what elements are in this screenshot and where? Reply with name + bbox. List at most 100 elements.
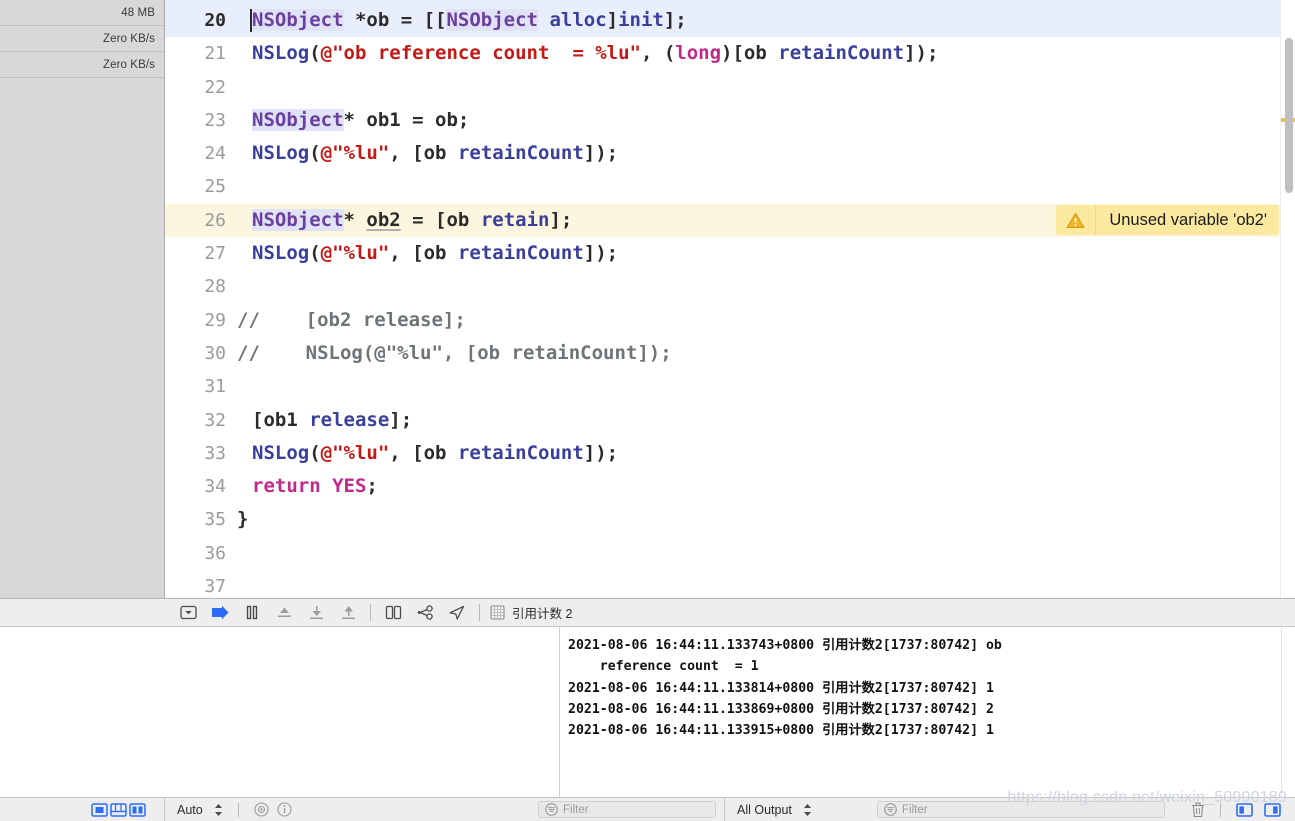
variable-info-button[interactable]	[277, 802, 292, 817]
code-line[interactable]: 25	[165, 170, 1295, 203]
show-debug-area-toggle[interactable]	[110, 802, 127, 817]
trash-icon	[1192, 802, 1204, 817]
code-line[interactable]: 20 NSObject *ob = [[NSObject alloc]init];	[165, 4, 1295, 38]
debug-area: 2021-08-06 16:44:11.133743+0800 引用计数2[17…	[0, 627, 1295, 797]
code-text: NSLog(@"%lu", [ob retainCount]);	[252, 242, 619, 265]
debug-memory-graph-button[interactable]	[409, 600, 441, 626]
view-hierarchy-icon	[385, 605, 401, 620]
bottom-panel-icon	[110, 802, 127, 817]
code-text: // [ob2 release];	[237, 308, 466, 331]
inline-warning-badge[interactable]: Unused variable 'ob2'	[1056, 205, 1279, 236]
inline-warning-text: Unused variable 'ob2'	[1109, 210, 1267, 229]
variables-scope-label[interactable]: Auto	[177, 803, 203, 817]
console-scope-label[interactable]: All Output	[737, 803, 792, 817]
line-number: 20	[204, 10, 226, 31]
console-status-segment: All Output Filter	[725, 798, 1295, 821]
gauge-row[interactable]: Zero KB/s	[0, 26, 164, 52]
code-line-list[interactable]: 20 NSObject *ob = [[NSObject alloc]init];…	[165, 4, 1295, 598]
watch-expressions-button[interactable]	[254, 802, 269, 817]
step-into-icon	[309, 606, 323, 619]
code-text: NSLog(@"ob reference count = %lu", (long…	[252, 42, 939, 65]
console-line: 2021-08-06 16:44:11.133743+0800 引用计数2[17…	[568, 638, 1002, 653]
code-line[interactable]: 22	[165, 71, 1295, 104]
gauge-value: 48 MB	[121, 6, 155, 19]
console-scope-stepper-icon[interactable]	[803, 803, 812, 817]
code-text: return YES;	[252, 475, 378, 498]
code-text: [ob1 release];	[252, 408, 413, 431]
debug-breadcrumb[interactable]: 引用计数 2	[490, 603, 572, 622]
code-line[interactable]: 29 // [ob2 release];	[165, 304, 1295, 337]
console-line: 2021-08-06 16:44:11.133869+0800 引用计数2[17…	[568, 701, 994, 717]
step-into-button[interactable]	[300, 600, 332, 626]
code-line[interactable]: 30 // NSLog(@"%lu", [ob retainCount]);	[165, 337, 1295, 370]
line-number: 30	[204, 342, 226, 364]
hide-debug-area-button[interactable]	[172, 600, 204, 626]
line-number: 23	[204, 109, 226, 131]
simulate-location-button[interactable]	[441, 600, 473, 626]
debug-status-bar: Auto Filter All Output Filter https://bl…	[0, 789, 1295, 821]
xcode-window: 48 MB Zero KB/s Zero KB/s ... ; 20NSObject…	[0, 0, 1295, 821]
line-number: 24	[204, 143, 226, 165]
code-line[interactable]: 36	[165, 537, 1295, 570]
code-line[interactable]: 23 NSObject* ob1 = ob;	[165, 104, 1295, 137]
code-line[interactable]: 24 NSLog(@"%lu", [ob retainCount]);	[165, 137, 1295, 170]
line-number: 35	[204, 509, 226, 531]
text-caret	[250, 9, 252, 32]
line-number: 29	[204, 309, 226, 331]
clear-console-button[interactable]	[1191, 802, 1205, 818]
line-number: 26	[204, 209, 226, 231]
code-line[interactable]: 27 NSLog(@"%lu", [ob retainCount]);	[165, 237, 1295, 270]
show-variables-view-toggle[interactable]	[1236, 802, 1253, 817]
eye-icon	[254, 802, 269, 817]
console-vertical-scrollbar[interactable]	[1281, 627, 1295, 797]
step-over-button[interactable]	[268, 600, 300, 626]
source-editor[interactable]: ... ; 20NSObject *ob = [[NSObject alloc]…	[165, 0, 1295, 598]
step-out-button[interactable]	[332, 600, 364, 626]
panel-toggle-group	[0, 798, 165, 821]
right-panel-icon	[129, 802, 146, 817]
filter-lines-icon	[884, 803, 897, 816]
code-line[interactable]: 37	[165, 570, 1295, 598]
code-line[interactable]: 32 [ob1 release];	[165, 404, 1295, 437]
line-number: 21	[204, 43, 226, 65]
code-line[interactable]: 34 return YES;	[165, 470, 1295, 503]
code-text: }	[237, 508, 249, 531]
code-line[interactable]: 35}	[165, 503, 1295, 536]
line-number: 33	[204, 442, 226, 464]
gauge-row[interactable]: 48 MB	[0, 0, 164, 26]
continue-arrow-icon	[211, 605, 228, 620]
show-console-view-toggle[interactable]	[1264, 802, 1281, 817]
line-number: 37	[204, 576, 226, 598]
show-inspector-toggle[interactable]	[129, 802, 146, 817]
editor-scrollbar-thumb[interactable]	[1284, 38, 1293, 193]
code-line[interactable]: 31	[165, 370, 1295, 403]
console-output[interactable]: 2021-08-06 16:44:11.133743+0800 引用计数2[17…	[560, 627, 1295, 797]
toolbar-divider	[370, 604, 371, 621]
up-down-chevron-icon[interactable]	[214, 803, 223, 817]
gauge-row[interactable]: Zero KB/s	[0, 52, 164, 78]
toolbar-divider-2	[479, 604, 480, 621]
code-line[interactable]: 33 NSLog(@"%lu", [ob retainCount]);	[165, 437, 1295, 470]
code-text: // NSLog(@"%lu", [ob retainCount]);	[237, 341, 672, 364]
debug-view-hierarchy-button[interactable]	[377, 600, 409, 626]
gauge-value: Zero KB/s	[102, 32, 155, 45]
info-circle-icon	[277, 802, 292, 817]
line-number: 31	[204, 376, 226, 398]
left-split-icon	[1236, 802, 1253, 817]
line-number: 34	[204, 476, 226, 498]
status-divider	[237, 802, 239, 817]
debug-navigator-panel[interactable]: 48 MB Zero KB/s Zero KB/s	[0, 0, 165, 598]
variables-view[interactable]	[0, 627, 560, 797]
code-line[interactable]: 28	[165, 270, 1295, 303]
line-number: 36	[204, 542, 226, 564]
show-navigator-toggle[interactable]	[91, 802, 108, 817]
code-text: NSObject* ob2 = [ob retain];	[252, 208, 573, 231]
variables-filter-field[interactable]: Filter	[538, 801, 716, 818]
editor-vertical-scrollbar[interactable]	[1280, 0, 1295, 598]
continue-button[interactable]	[204, 600, 236, 626]
code-line[interactable]: 21 NSLog(@"ob reference count = %lu", (lo…	[165, 37, 1295, 70]
code-text: NSObject *ob = [[NSObject alloc]init];	[250, 9, 687, 32]
pause-button[interactable]	[236, 600, 268, 626]
step-out-icon	[341, 606, 355, 619]
console-filter-field[interactable]: Filter	[877, 801, 1165, 818]
